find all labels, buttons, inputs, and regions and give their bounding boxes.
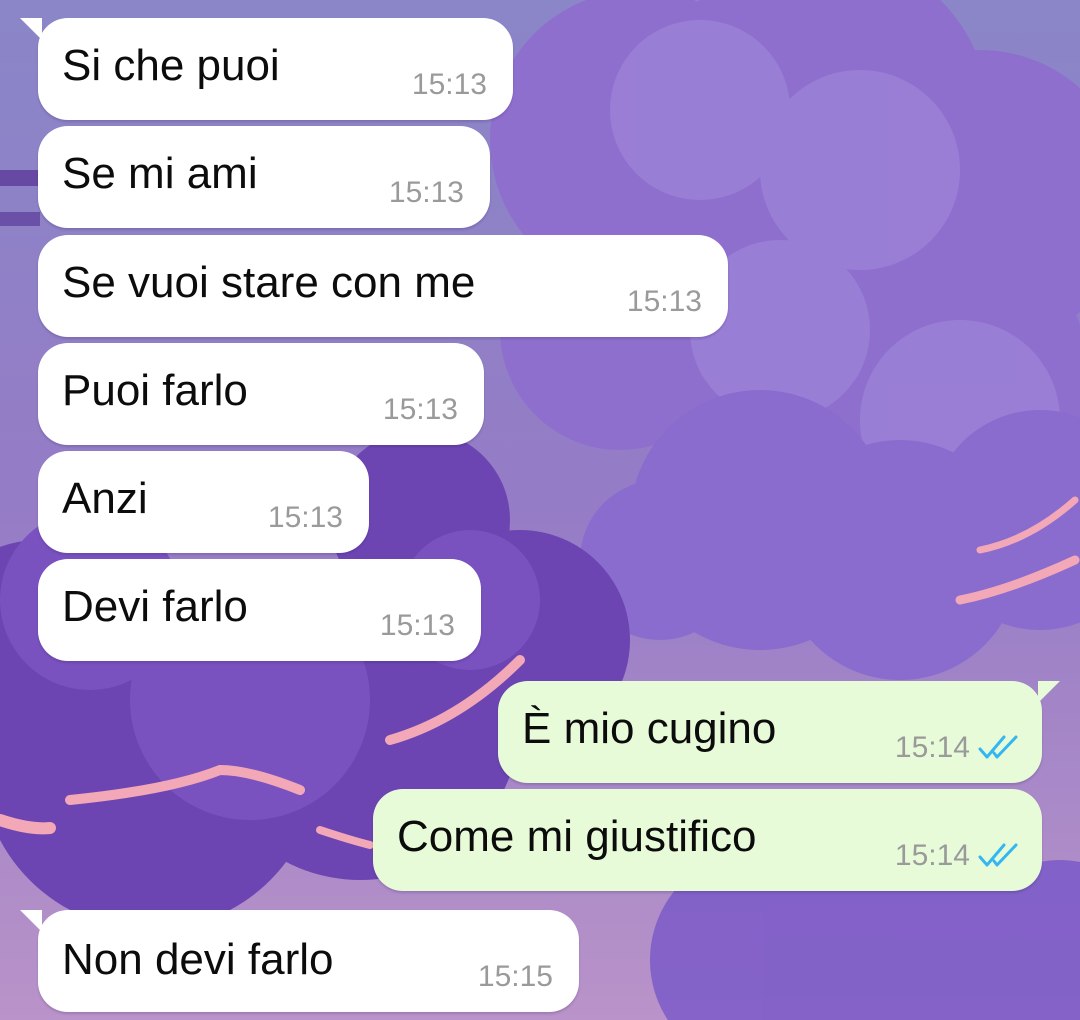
outgoing-message-bubble[interactable]: È mio cugino 15:14 [498, 681, 1060, 783]
message-timestamp: 15:15 [477, 960, 553, 993]
message-text: Devi farlo [62, 582, 248, 631]
message-text: Puoi farlo [62, 366, 248, 415]
message-timestamp: 15:13 [411, 68, 487, 101]
bubble-tail [20, 18, 42, 40]
message-text: Se vuoi stare con me [62, 258, 476, 307]
message-timestamp: 15:14 [894, 839, 970, 872]
incoming-message-bubble[interactable]: Se mi ami 15:13 [38, 126, 490, 228]
double-check-read-icon [978, 735, 1018, 759]
message-text: Si che puoi [62, 41, 280, 90]
message-timestamp: 15:13 [388, 176, 464, 209]
bubble-tail [1038, 681, 1060, 703]
double-check-read-icon [978, 843, 1018, 867]
message-timestamp: 15:13 [379, 609, 455, 642]
message-text: È mio cugino [522, 704, 777, 753]
message-text: Se mi ami [62, 149, 258, 198]
message-text: Come mi giustifico [397, 812, 757, 861]
message-text: Non devi farlo [62, 935, 334, 984]
bubble-tail [20, 910, 42, 932]
incoming-message-bubble[interactable]: Non devi farlo 15:15 [20, 910, 579, 1012]
message-timestamp: 15:13 [267, 501, 343, 534]
message-timestamp: 15:14 [894, 731, 970, 764]
incoming-message-bubble[interactable]: Puoi farlo 15:13 [38, 343, 484, 445]
incoming-message-bubble[interactable]: Se vuoi stare con me 15:13 [38, 235, 728, 337]
message-text: Anzi [62, 474, 148, 523]
message-timestamp: 15:13 [382, 393, 458, 426]
incoming-message-bubble[interactable]: Devi farlo 15:13 [38, 559, 481, 661]
message-timestamp: 15:13 [626, 285, 702, 318]
incoming-message-bubble[interactable]: Anzi 15:13 [38, 451, 369, 553]
incoming-message-bubble[interactable]: Si che puoi 15:13 [20, 18, 513, 120]
outgoing-message-bubble[interactable]: Come mi giustifico 15:14 [373, 789, 1042, 891]
